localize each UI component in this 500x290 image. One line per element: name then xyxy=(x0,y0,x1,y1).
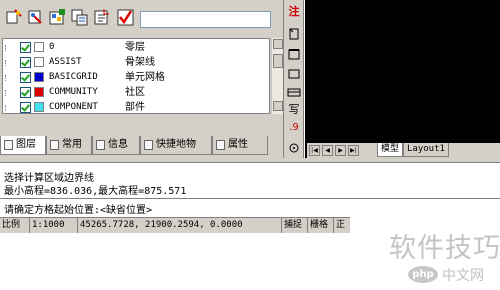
layer-visible-checkbox[interactable] xyxy=(20,57,31,68)
layer-row[interactable]: ASSIST 骨架线 xyxy=(3,55,269,70)
next-tab-icon[interactable]: ▶ xyxy=(335,145,346,156)
tool-palette: 注 写 .9 xyxy=(284,0,304,158)
layer-visible-checkbox[interactable] xyxy=(20,72,31,83)
tab-label: 常用 xyxy=(62,139,82,150)
tree-line xyxy=(5,60,11,66)
tab-info[interactable]: 信息 xyxy=(92,136,140,155)
layer-states-icon[interactable] xyxy=(26,8,45,27)
layer-name: BASICGRID xyxy=(49,72,98,82)
layer-list: 0 零层 ASSIST 骨架线 BASICGRID 单元网格 COMMUNITY… xyxy=(2,38,270,114)
scroll-down-arrow-icon[interactable] xyxy=(273,101,283,111)
layer-name: COMMUNITY xyxy=(49,87,98,97)
command-window[interactable]: 选择计算区域边界线 最小高程=836.036,最大高程=875.571 请确定方… xyxy=(0,162,500,216)
frame-tool-icon[interactable] xyxy=(286,46,302,62)
tab-label: 图层 xyxy=(16,139,36,150)
layer-toolbar xyxy=(0,0,284,34)
grid-toggle[interactable]: 栅格 xyxy=(308,218,334,233)
status-bar: 比例 1:1000 45265.7728, 21900.2594, 0.0000… xyxy=(0,217,350,233)
layer-color-swatch[interactable] xyxy=(34,72,44,82)
layer-color-swatch[interactable] xyxy=(34,57,44,67)
layer-row[interactable]: COMPONENT 部件 xyxy=(3,100,269,113)
layer-manager-panel: 0 零层 ASSIST 骨架线 BASICGRID 单元网格 COMMUNITY… xyxy=(0,0,284,158)
tree-line xyxy=(5,75,11,81)
layer-description: 部件 xyxy=(125,102,145,113)
first-tab-icon[interactable]: |◀ xyxy=(309,145,320,156)
rectangle-tool-icon[interactable] xyxy=(286,26,302,42)
write-tool-button[interactable]: 写 xyxy=(286,102,302,118)
scroll-thumb[interactable] xyxy=(273,54,283,68)
layers-tab-icon xyxy=(4,140,13,150)
tab-layers[interactable]: 图层 xyxy=(0,136,46,155)
command-history-line: 最小高程=836.036,最大高程=875.571 xyxy=(4,186,187,197)
layer-row[interactable]: COMMUNITY 社区 xyxy=(3,85,269,100)
watermark-site: 中文网 xyxy=(442,268,484,284)
tab-properties[interactable]: 属性 xyxy=(212,136,268,155)
layer-name-combo[interactable] xyxy=(140,11,271,28)
layer-filter-icon[interactable] xyxy=(48,8,67,27)
new-layer-icon[interactable] xyxy=(4,8,23,27)
watermark-text: 软件技巧 xyxy=(389,233,500,264)
layer-print-icon[interactable] xyxy=(92,8,111,27)
properties-tab-icon xyxy=(216,140,225,150)
ortho-toggle[interactable]: 正 xyxy=(334,218,350,233)
scale-value[interactable]: 1:1000 xyxy=(30,218,78,233)
layer-row[interactable]: BASICGRID 单元网格 xyxy=(3,70,269,85)
prev-tab-icon[interactable]: ◀ xyxy=(322,145,333,156)
info-tab-icon xyxy=(96,140,105,150)
layout-tab-bar: |◀ ◀ ▶ ▶| 模型 Layout1 xyxy=(307,143,500,158)
box-tool-icon[interactable] xyxy=(286,66,302,82)
tree-line xyxy=(5,90,11,96)
tab-label: 属性 xyxy=(228,139,248,150)
command-prompt[interactable]: 请确定方格起始位置:<缺省位置> xyxy=(4,201,152,216)
coordinate-readout: 45265.7728, 21900.2594, 0.0000 xyxy=(78,218,282,233)
tab-quick-features[interactable]: 快捷地物 xyxy=(140,136,212,155)
tab-common[interactable]: 常用 xyxy=(46,136,92,155)
layer-color-swatch[interactable] xyxy=(34,42,44,52)
layer-copy-icon[interactable] xyxy=(70,8,89,27)
snap-toggle[interactable]: 捕捉 xyxy=(282,218,308,233)
annotate-tool-button[interactable]: 注 xyxy=(286,4,302,20)
layer-list-scrollbar[interactable] xyxy=(271,38,283,114)
current-layer-check-icon[interactable] xyxy=(116,8,135,27)
layer-name: COMPONENT xyxy=(49,102,98,112)
layer-name: ASSIST xyxy=(49,57,82,67)
layer-row[interactable]: 0 零层 xyxy=(3,40,269,55)
layer-description: 社区 xyxy=(125,87,145,98)
drawing-canvas[interactable] xyxy=(305,0,500,158)
layer-visible-checkbox[interactable] xyxy=(20,102,31,113)
panel-tool-icon[interactable] xyxy=(286,84,302,100)
layer-color-swatch[interactable] xyxy=(34,87,44,97)
tab-layout1[interactable]: Layout1 xyxy=(403,143,449,157)
layer-description: 单元网格 xyxy=(125,72,165,83)
php-logo: php xyxy=(408,266,438,283)
tab-label: 快捷地物 xyxy=(156,139,196,150)
layer-name: 0 xyxy=(49,42,55,52)
panel-tab-strip: 图层 常用 信息 快捷地物 属性 xyxy=(0,136,270,155)
layer-color-swatch[interactable] xyxy=(34,102,44,112)
command-divider xyxy=(0,198,500,199)
tree-line xyxy=(5,105,11,111)
tree-line xyxy=(5,45,11,51)
last-tab-icon[interactable]: ▶| xyxy=(348,145,359,156)
scale-label: 比例 xyxy=(0,218,30,233)
scroll-up-arrow-icon[interactable] xyxy=(273,39,283,49)
tab-model[interactable]: 模型 xyxy=(377,143,404,157)
tab-label: 信息 xyxy=(108,139,128,150)
layer-visible-checkbox[interactable] xyxy=(20,87,31,98)
circle-tool-icon[interactable] xyxy=(286,140,302,156)
value-tool-button[interactable]: .9 xyxy=(286,120,302,136)
layer-description: 零层 xyxy=(125,42,145,53)
layer-visible-checkbox[interactable] xyxy=(20,42,31,53)
layer-description: 骨架线 xyxy=(125,57,155,68)
quick-features-tab-icon xyxy=(144,140,153,150)
common-tab-icon xyxy=(50,140,59,150)
